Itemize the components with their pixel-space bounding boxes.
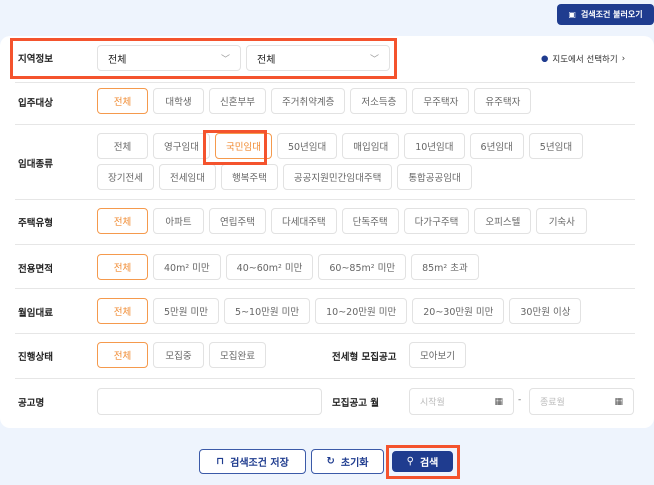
filter-option[interactable]: 40m² 미만	[153, 254, 221, 280]
filter-option[interactable]: 주거취약계층	[270, 88, 346, 114]
end-month-input[interactable]: 종료월 ▦	[529, 388, 634, 415]
divider	[15, 199, 635, 200]
filter-options: 전체 아파트 연립주택 다세대주택 단독주택 다가구주택 오피스텔 기숙사	[97, 208, 627, 234]
filter-option[interactable]: 50년임대	[276, 133, 338, 159]
chevron-right-icon: ›	[621, 54, 626, 64]
filter-options: 전체 영구임대 국민임대 50년임대 매입임대 10년임대 6년임대 5년임대장기전세 전세임대…	[97, 133, 627, 190]
filter-option[interactable]: 5~10만원 미만	[224, 298, 311, 324]
status-label: 진행상태	[18, 352, 53, 363]
filter-option[interactable]: 20~30만원 미만	[412, 298, 505, 324]
filter-option[interactable]: 오피스텔	[474, 208, 532, 234]
filter-option[interactable]: 40~60m² 미만	[225, 254, 314, 280]
map-pin-icon: ●	[541, 54, 549, 64]
filter-option[interactable]: 행복주택	[220, 164, 278, 190]
chevron-down-icon: ﹀	[369, 54, 379, 65]
filter-option[interactable]: 5년임대	[528, 133, 584, 159]
filter-options: 전체 대학생 신혼부부 주거취약계층 저소득층 무주택자 유주택자	[97, 88, 627, 114]
filter-option[interactable]: 30만원 이상	[509, 298, 582, 324]
filter-label: 전용면적	[18, 264, 53, 275]
filter-option[interactable]: 기숙사	[536, 208, 588, 234]
search-icon: ⚲	[406, 456, 414, 467]
filter-option[interactable]: 다세대주택	[270, 208, 337, 234]
filter-option[interactable]: 유주택자	[474, 88, 532, 114]
filter-label: 주택유형	[18, 218, 53, 229]
filter-option[interactable]: 아파트	[153, 208, 204, 234]
jeonse-label: 전세형 모집공고	[332, 352, 397, 363]
filter-option[interactable]: 전체	[97, 208, 148, 234]
divider	[15, 124, 635, 125]
notice-label: 공고명	[18, 398, 45, 409]
month-label: 모집공고 월	[332, 398, 380, 409]
filter-option[interactable]: 전체	[97, 298, 148, 324]
filter-option[interactable]: 85m² 초과	[411, 254, 479, 280]
filter-label: 임대종류	[18, 159, 53, 170]
filter-option[interactable]: 신혼부부	[209, 88, 266, 114]
calendar-download-icon: ▣	[568, 10, 576, 19]
divider	[15, 244, 635, 245]
filter-option[interactable]: 5만원 미만	[153, 298, 220, 324]
divider	[15, 378, 635, 379]
filter-option[interactable]: 전세임대	[158, 164, 216, 190]
region-select-1[interactable]: 전체 ﹀	[97, 45, 241, 71]
status-option[interactable]: 모집완료	[209, 342, 266, 368]
reset-button[interactable]: ↻ 초기화	[311, 449, 384, 474]
filter-option[interactable]: 10~20만원 미만	[315, 298, 408, 324]
region-label: 지역정보	[18, 54, 53, 65]
notice-name-input[interactable]	[97, 388, 322, 415]
status-option[interactable]: 모집중	[153, 342, 204, 368]
filter-label: 월임대료	[18, 308, 53, 319]
search-button[interactable]: ⚲ 검색	[392, 451, 453, 472]
range-separator: -	[518, 395, 522, 405]
divider	[15, 82, 635, 83]
filter-option[interactable]: 공공지원민간임대주택	[282, 164, 393, 190]
filter-option[interactable]: 단독주택	[341, 208, 399, 234]
filter-option[interactable]: 10년임대	[404, 133, 465, 159]
calendar-icon[interactable]: ▦	[494, 397, 503, 407]
calendar-icon[interactable]: ▦	[614, 397, 623, 407]
load-search-conditions-button[interactable]: ▣ 검색조건 불러오기	[557, 4, 654, 25]
filter-option[interactable]: 전체	[97, 133, 148, 159]
filter-option[interactable]: 다가구주택	[403, 208, 470, 234]
filter-option[interactable]: 60~85m² 미만	[318, 254, 407, 280]
save-conditions-button[interactable]: ⊓ 검색조건 저장	[199, 449, 306, 474]
filter-option[interactable]: 6년임대	[469, 133, 524, 159]
filter-option[interactable]: 대학생	[153, 88, 204, 114]
filter-option[interactable]: 저소득층	[350, 88, 408, 114]
filter-options: 전체 5만원 미만 5~10만원 미만 10~20만원 미만 20~30만원 미만 30만…	[97, 298, 627, 324]
filter-option[interactable]: 영구임대	[153, 133, 210, 159]
filter-option[interactable]: 전체	[97, 254, 148, 280]
filter-option[interactable]: 전체	[97, 88, 148, 114]
divider	[15, 333, 635, 334]
divider	[15, 288, 635, 289]
filter-option[interactable]: 무주택자	[412, 88, 470, 114]
status-option[interactable]: 전체	[97, 342, 148, 368]
view-all-button[interactable]: 모아보기	[409, 342, 466, 368]
filter-option[interactable]: 국민임대	[214, 133, 272, 159]
filter-option[interactable]: 매입임대	[342, 133, 400, 159]
filter-option[interactable]: 통합공공임대	[397, 164, 472, 190]
filter-label: 입주대상	[18, 98, 53, 109]
select-on-map-link[interactable]: ● 지도에서 선택하기 ›	[541, 53, 625, 65]
filter-options: 전체 40m² 미만 40~60m² 미만 60~85m² 미만 85m² 초과	[97, 254, 627, 280]
bookmark-icon: ⊓	[216, 456, 225, 467]
filter-option[interactable]: 연립주택	[209, 208, 266, 234]
chevron-down-icon: ﹀	[220, 54, 230, 65]
region-select-2[interactable]: 전체 ﹀	[246, 45, 390, 71]
filter-option[interactable]: 장기전세	[97, 164, 154, 190]
start-month-input[interactable]: 시작월 ▦	[409, 388, 514, 415]
refresh-icon: ↻	[326, 456, 335, 467]
